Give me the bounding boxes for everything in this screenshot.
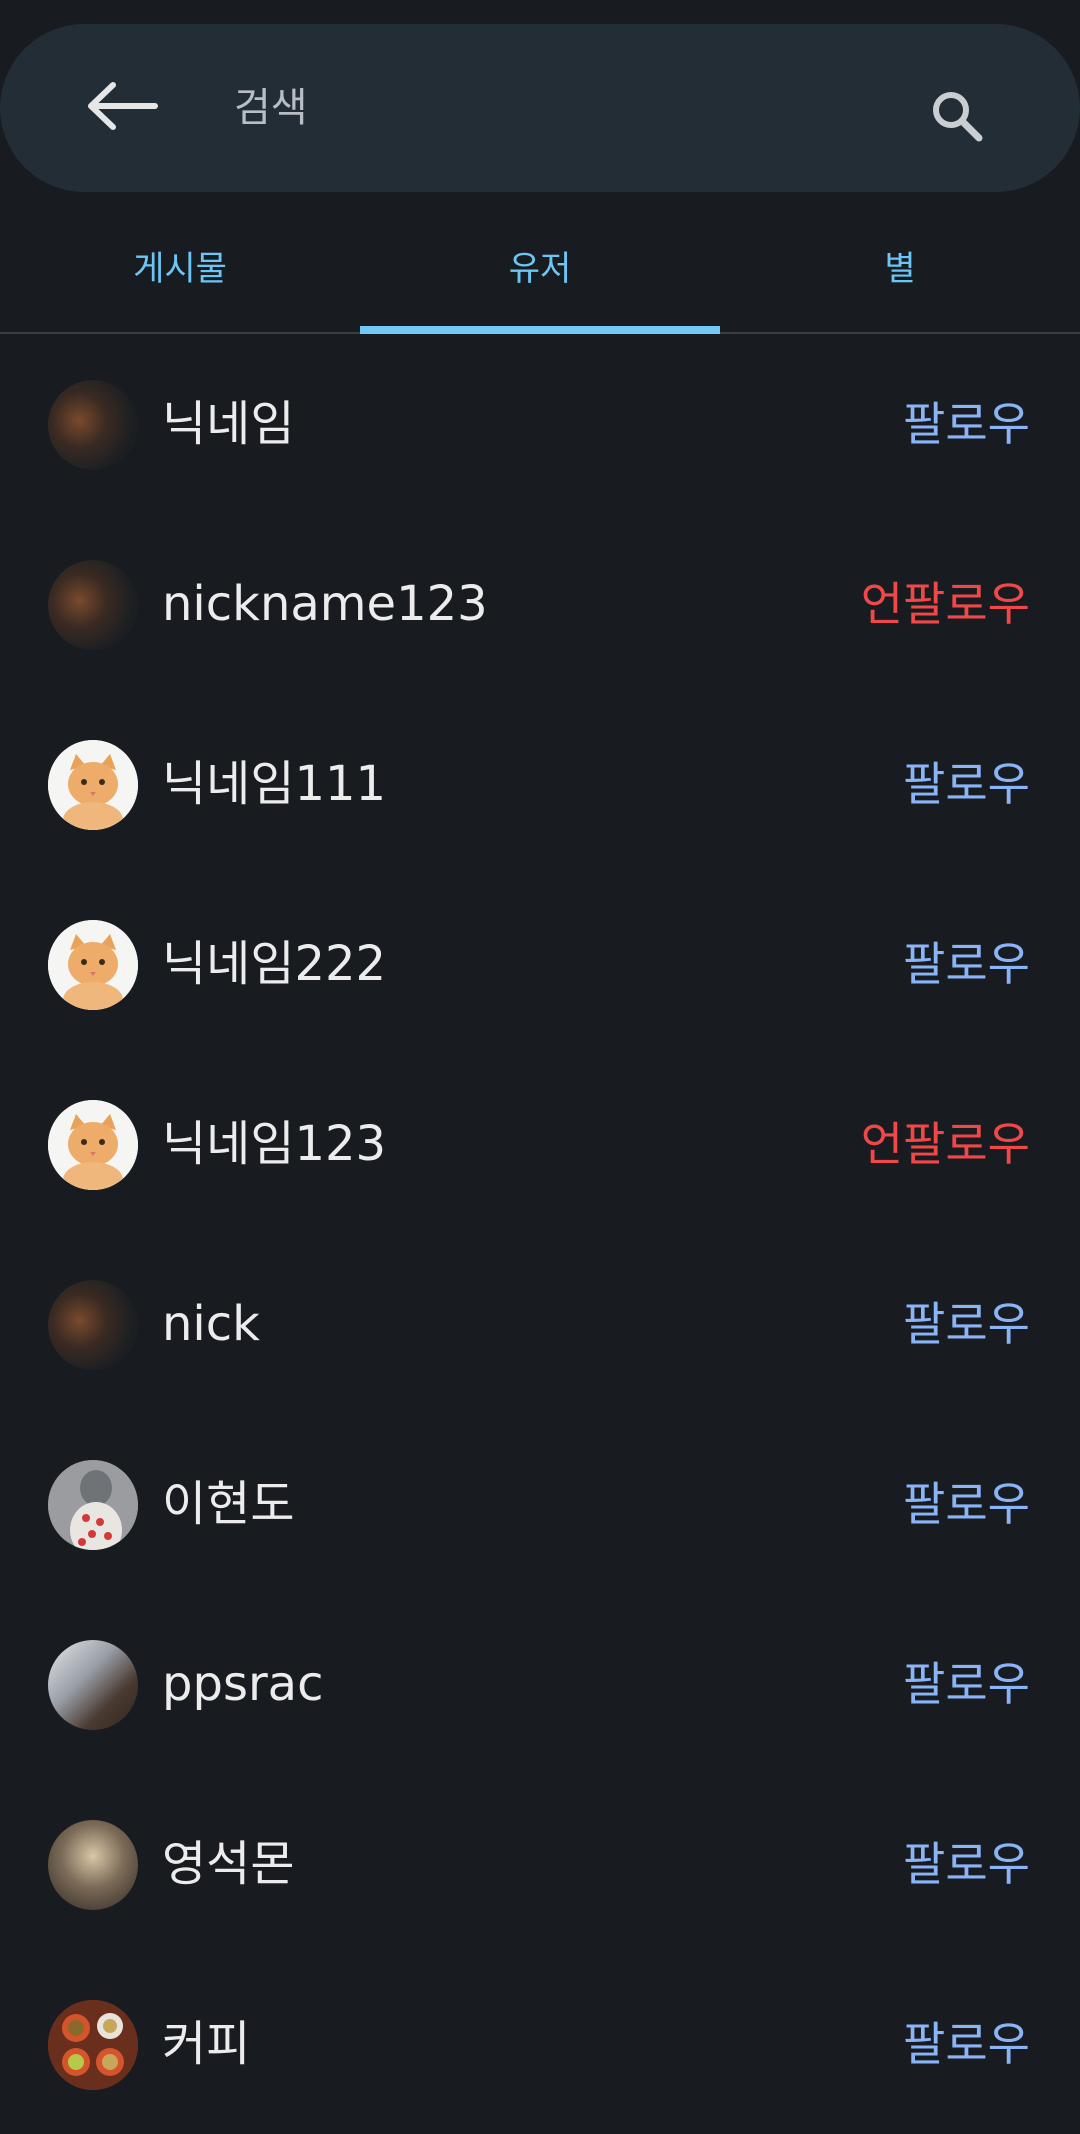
cat-avatar-image (48, 920, 138, 1010)
user-nickname[interactable]: 닉네임123 (162, 1054, 386, 1234)
tab-posts[interactable]: 게시물 (0, 200, 360, 330)
follow-button[interactable]: 팔로우 (903, 334, 1030, 514)
user-nickname[interactable]: nick (162, 1234, 260, 1414)
user-row[interactable]: ppsrac 팔로우 (0, 1594, 1080, 1774)
user-row[interactable]: nick 팔로우 (0, 1234, 1080, 1414)
user-row[interactable]: 닉네임 팔로우 (0, 334, 1080, 514)
user-row[interactable]: 닉네임111 팔로우 (0, 694, 1080, 874)
avatar[interactable] (48, 740, 138, 830)
avatar[interactable] (48, 1100, 138, 1190)
user-row[interactable]: 닉네임123 언팔로우 (0, 1054, 1080, 1234)
avatar[interactable] (48, 2000, 138, 2090)
user-list: 닉네임 팔로우 nickname123 언팔로우 닉네임111 팔로우 닉네임2… (0, 334, 1080, 2134)
user-nickname[interactable]: ppsrac (162, 1594, 323, 1774)
follow-button[interactable]: 팔로우 (903, 1234, 1030, 1414)
tab-stars[interactable]: 별 (720, 200, 1080, 330)
art-avatar-image (48, 1460, 138, 1550)
follow-button[interactable]: 팔로우 (903, 874, 1030, 1054)
search-icon (929, 88, 985, 148)
cat-avatar-image (48, 740, 138, 830)
user-row[interactable]: 커피 팔로우 (0, 1954, 1080, 2134)
user-nickname[interactable]: 이현도 (162, 1414, 294, 1594)
unfollow-button[interactable]: 언팔로우 (861, 514, 1030, 694)
user-nickname[interactable]: 닉네임222 (162, 874, 386, 1054)
user-nickname[interactable]: 영석몬 (162, 1774, 294, 1954)
user-row[interactable]: 이현도 팔로우 (0, 1414, 1080, 1594)
avatar[interactable] (48, 560, 138, 650)
search-input[interactable]: 검색 (234, 24, 308, 192)
follow-button[interactable]: 팔로우 (903, 1954, 1030, 2134)
avatar[interactable] (48, 920, 138, 1010)
back-button[interactable] (78, 68, 168, 148)
tab-bar: 게시물 유저 별 (0, 200, 1080, 334)
user-row[interactable]: 영석몬 팔로우 (0, 1774, 1080, 1954)
follow-button[interactable]: 팔로우 (903, 1774, 1030, 1954)
user-nickname[interactable]: 커피 (162, 1954, 250, 2134)
avatar[interactable] (48, 1640, 138, 1730)
follow-button[interactable]: 팔로우 (903, 1414, 1030, 1594)
user-nickname[interactable]: 닉네임111 (162, 694, 386, 874)
coffee-avatar-image (48, 2000, 138, 2090)
avatar[interactable] (48, 380, 138, 470)
tab-users[interactable]: 유저 (360, 200, 720, 330)
follow-button[interactable]: 팔로우 (903, 1594, 1030, 1774)
user-nickname[interactable]: 닉네임 (162, 334, 294, 514)
search-bar[interactable]: 검색 (0, 24, 1080, 192)
user-nickname[interactable]: nickname123 (162, 514, 488, 694)
follow-button[interactable]: 팔로우 (903, 694, 1030, 874)
avatar[interactable] (48, 1820, 138, 1910)
avatar[interactable] (48, 1280, 138, 1370)
avatar[interactable] (48, 1460, 138, 1550)
search-button[interactable] (912, 78, 1002, 158)
user-row[interactable]: 닉네임222 팔로우 (0, 874, 1080, 1054)
active-tab-indicator (360, 326, 720, 334)
unfollow-button[interactable]: 언팔로우 (861, 1054, 1030, 1234)
arrow-left-icon (87, 81, 159, 135)
cat-avatar-image (48, 1100, 138, 1190)
user-row[interactable]: nickname123 언팔로우 (0, 514, 1080, 694)
